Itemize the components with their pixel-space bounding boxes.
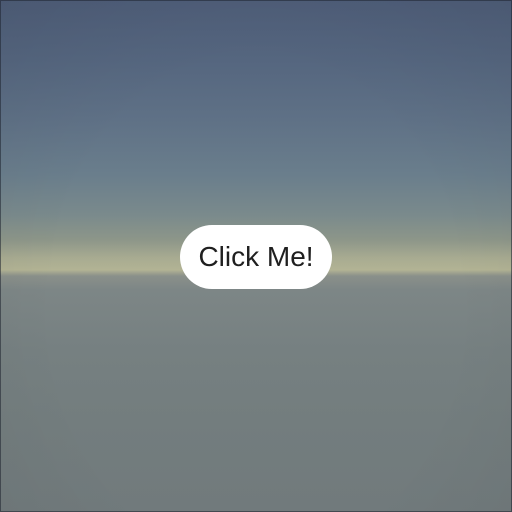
click-me-button[interactable]: Click Me! xyxy=(180,225,332,289)
game-viewport: Click Me! xyxy=(0,0,512,512)
